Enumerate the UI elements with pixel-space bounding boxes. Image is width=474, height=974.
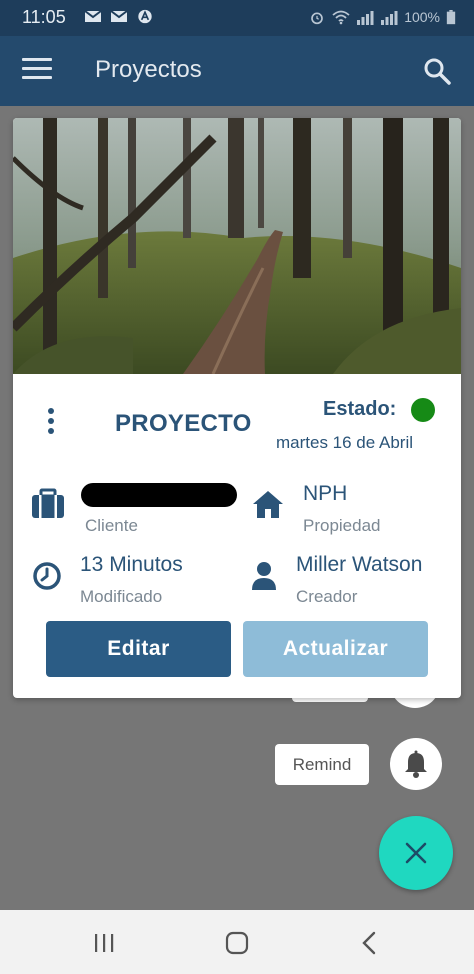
person-icon — [252, 562, 276, 590]
cliente-caption: Cliente — [85, 516, 138, 535]
update-button[interactable]: Actualizar — [243, 621, 428, 677]
alarm-icon — [311, 12, 324, 24]
mail-icon — [84, 10, 102, 22]
bell-icon — [405, 750, 427, 778]
remind-label[interactable]: Remind — [275, 744, 369, 785]
mail-icon — [110, 10, 128, 22]
home-icon — [253, 491, 283, 518]
edit-button[interactable]: Editar — [46, 621, 231, 677]
status-time: 11:05 — [22, 7, 66, 27]
briefcase-icon — [32, 488, 64, 518]
app-title: Proyectos — [95, 56, 202, 83]
close-fab-button[interactable] — [379, 816, 453, 890]
propiedad-caption: Propiedad — [303, 516, 381, 535]
clock-icon — [33, 562, 61, 590]
back-icon[interactable] — [355, 930, 385, 956]
status-indicator-dot — [411, 398, 435, 422]
search-icon[interactable] — [422, 56, 452, 86]
status-bar: 11:05 100% — [0, 0, 474, 36]
close-icon — [405, 842, 427, 864]
battery-icon — [446, 9, 456, 24]
modificado-value: 13 Minutos — [80, 553, 183, 576]
status-left-icons — [84, 9, 154, 24]
battery-text: 100% — [404, 9, 440, 25]
signal-icon — [381, 10, 398, 25]
project-date: martes 16 de Abril — [276, 433, 414, 452]
project-title: PROYECTO — [115, 410, 252, 437]
app-bar: Proyectos — [0, 36, 474, 106]
project-card: PROYECTO Estado: martes 16 de Abril Clie… — [13, 118, 461, 698]
creador-caption: Creador — [296, 587, 358, 606]
estado-label: Estado: — [323, 398, 397, 420]
forest-path-image — [13, 118, 461, 374]
redacted-client-name — [81, 483, 237, 507]
creador-value: Miller Watson — [296, 553, 423, 576]
a-icon — [138, 9, 152, 24]
recent-apps-icon[interactable] — [89, 930, 119, 956]
home-icon[interactable] — [222, 930, 252, 956]
signal-icon — [357, 10, 374, 25]
more-options-icon[interactable] — [43, 408, 59, 438]
menu-icon[interactable] — [22, 58, 52, 84]
modificado-caption: Modificado — [80, 587, 163, 606]
propiedad-value: NPH — [303, 482, 348, 505]
wifi-icon — [332, 10, 350, 24]
system-nav-bar — [0, 910, 474, 974]
status-right-icons: 100% — [308, 9, 456, 25]
remind-button[interactable] — [390, 738, 442, 790]
